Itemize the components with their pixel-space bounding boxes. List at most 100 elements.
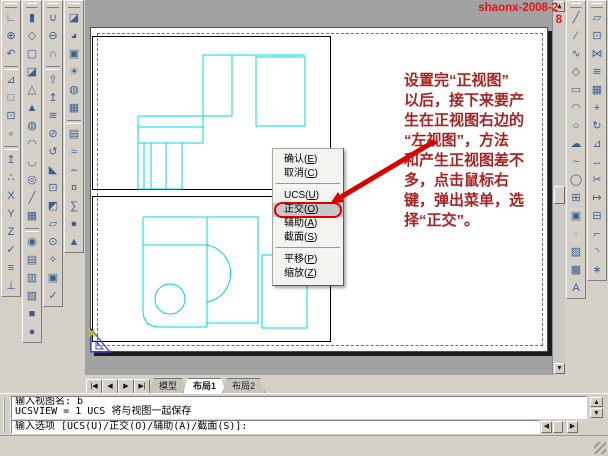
- move-icon[interactable]: +: [589, 100, 605, 118]
- extend-icon[interactable]: ↦: [589, 190, 605, 208]
- arc-icon[interactable]: ◠: [568, 100, 584, 118]
- cone-render-icon[interactable]: ▲: [66, 234, 82, 252]
- ucs-y-icon[interactable]: Y: [3, 206, 19, 224]
- toolbar-handle[interactable]: [47, 3, 59, 8]
- trim-icon[interactable]: ✂: [589, 172, 605, 190]
- copy-icon[interactable]: ⊡: [589, 28, 605, 46]
- command-history[interactable]: 输入视图名: bUCSVIEW = 1 UCS 将与视图一起保存: [11, 396, 587, 419]
- scale-icon[interactable]: ⊿: [589, 136, 605, 154]
- resize-grip[interactable]: [594, 442, 606, 454]
- color-faces-icon[interactable]: ◩: [45, 198, 61, 216]
- pyramid-icon[interactable]: △: [24, 82, 40, 100]
- copy-faces-icon[interactable]: ⊡: [45, 180, 61, 198]
- break-icon[interactable]: ⊟: [589, 208, 605, 226]
- menu-item-A[interactable]: 辅助(A): [273, 217, 343, 231]
- toolbar-handle[interactable]: [5, 3, 17, 8]
- polygon-icon[interactable]: ◇: [568, 64, 584, 82]
- toolbar-handle[interactable]: [570, 3, 582, 8]
- multiline-text-icon[interactable]: A: [568, 280, 584, 298]
- ucs-view-icon[interactable]: ⊡: [3, 108, 19, 126]
- toolbar-handle[interactable]: [68, 3, 80, 8]
- menu-item-O[interactable]: 正交(O): [273, 203, 343, 217]
- menu-item-P[interactable]: 平移(P): [273, 253, 343, 267]
- stretch-icon[interactable]: ↔: [589, 154, 605, 172]
- wedge-surface-icon[interactable]: ◪: [24, 64, 40, 82]
- rectangle-icon[interactable]: ▭: [568, 82, 584, 100]
- ucs-apply-icon[interactable]: ✓: [3, 242, 19, 260]
- statistics-icon[interactable]: ∑: [66, 198, 82, 216]
- fog-icon[interactable]: ≈: [66, 144, 82, 162]
- offset-icon[interactable]: ≋: [589, 64, 605, 82]
- tab-previous-icon[interactable]: ◀: [102, 379, 118, 394]
- copy-edges-icon[interactable]: ▱: [45, 216, 61, 234]
- make-block-icon[interactable]: ▣: [568, 208, 584, 226]
- ucs-x-icon[interactable]: X: [3, 188, 19, 206]
- ucs-icon[interactable]: ∟: [3, 10, 19, 28]
- line-icon[interactable]: ╱: [568, 10, 584, 28]
- shell-icon[interactable]: ▣: [45, 270, 61, 288]
- ucs-previous-icon[interactable]: ↶: [3, 46, 19, 64]
- vertical-scroll-thumb[interactable]: [554, 186, 565, 204]
- ucs-zaxis-icon[interactable]: ↥: [3, 152, 19, 170]
- menu-item-E[interactable]: 确认(E): [273, 153, 343, 167]
- edge-icon[interactable]: ╱: [24, 190, 40, 208]
- revision-cloud-icon[interactable]: ☁: [568, 136, 584, 154]
- command-scroll-up-icon[interactable]: ▲: [590, 397, 603, 407]
- shaded-sphere-icon[interactable]: ●: [24, 324, 40, 342]
- dome-icon[interactable]: ◠: [24, 136, 40, 154]
- tab-next-icon[interactable]: ▶: [118, 379, 134, 394]
- fillet-icon[interactable]: ◝: [589, 244, 605, 262]
- 3d-face-icon[interactable]: ◇: [24, 28, 40, 46]
- tab-first-icon[interactable]: |◀: [86, 379, 102, 394]
- command-scroll-thumb[interactable]: [553, 421, 563, 433]
- hatch-icon[interactable]: ▨: [568, 244, 584, 262]
- ucs-face-icon[interactable]: ⊿: [3, 72, 19, 90]
- edge-surface-icon[interactable]: ▧: [24, 288, 40, 306]
- clean-icon[interactable]: ✧: [45, 252, 61, 270]
- ucs-z-icon[interactable]: Z: [3, 224, 19, 242]
- shaded-box-icon[interactable]: ■: [24, 306, 40, 324]
- union-icon[interactable]: ∪: [45, 10, 61, 28]
- ucs-object-icon[interactable]: □: [3, 90, 19, 108]
- tab-布局2[interactable]: 布局2: [222, 378, 265, 393]
- tab-模型[interactable]: 模型: [149, 378, 187, 393]
- ucs-world-icon[interactable]: ⊕: [3, 28, 19, 46]
- dish-icon[interactable]: ◡: [24, 154, 40, 172]
- ucs-ortho-icon[interactable]: ⊥: [3, 278, 19, 296]
- command-scroll-left-icon[interactable]: ◀: [541, 421, 552, 433]
- insert-block-icon[interactable]: ⊞: [568, 190, 584, 208]
- toolbar-handle[interactable]: [26, 3, 38, 8]
- box-surface-icon[interactable]: ▢: [24, 46, 40, 64]
- spline-icon[interactable]: ~: [568, 154, 584, 172]
- tabulated-surface-icon[interactable]: ▤: [24, 252, 40, 270]
- check-icon[interactable]: ✓: [45, 288, 61, 306]
- ruled-surface-icon[interactable]: ▥: [24, 270, 40, 288]
- intersect-icon[interactable]: ∩: [45, 46, 61, 64]
- construction-line-icon[interactable]: ∕: [568, 28, 584, 46]
- tab-布局1[interactable]: 布局1: [183, 378, 226, 393]
- material-icon[interactable]: ◍: [66, 82, 82, 100]
- cone-surface-icon[interactable]: ▲: [24, 100, 40, 118]
- render-icon[interactable]: ◕: [66, 28, 82, 46]
- hide-icon[interactable]: ◪: [66, 10, 82, 28]
- circle-icon[interactable]: ○: [568, 118, 584, 136]
- chamfer-icon[interactable]: ⌐: [589, 226, 605, 244]
- ucs-origin-icon[interactable]: ∘: [3, 126, 19, 144]
- polyline-icon[interactable]: ∿: [568, 46, 584, 64]
- mapping-icon[interactable]: ▦: [66, 100, 82, 118]
- array-icon[interactable]: ▦: [589, 82, 605, 100]
- command-input[interactable]: 输入选项 [UCS(U)/正交(O)/辅助(A)/截面(S)]:: [11, 420, 540, 434]
- move-faces-icon[interactable]: ↥: [45, 90, 61, 108]
- rotate-icon[interactable]: ↻: [589, 118, 605, 136]
- taper-faces-icon[interactable]: ◣: [45, 162, 61, 180]
- sphere-render-icon[interactable]: ●: [66, 216, 82, 234]
- delete-faces-icon[interactable]: ⊘: [45, 126, 61, 144]
- rotate-faces-icon[interactable]: ↺: [45, 144, 61, 162]
- menu-item-S[interactable]: 截面(S): [273, 231, 343, 245]
- menu-item-C[interactable]: 取消(C): [273, 167, 343, 181]
- sphere-surface-icon[interactable]: ◍: [24, 118, 40, 136]
- revolved-surface-icon[interactable]: ◉: [24, 234, 40, 252]
- command-scroll-down-icon[interactable]: ▼: [590, 408, 603, 418]
- ucs-named-icon[interactable]: ≡: [3, 260, 19, 278]
- toolbar-handle[interactable]: [591, 3, 603, 8]
